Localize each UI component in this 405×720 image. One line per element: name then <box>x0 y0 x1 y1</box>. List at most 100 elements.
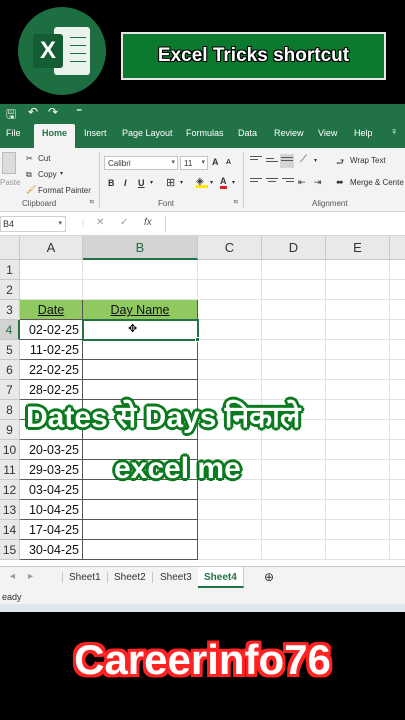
tab-data[interactable]: Data <box>238 128 257 138</box>
cancel-icon[interactable]: ✕ <box>96 217 104 228</box>
date-cell[interactable]: 20-03-25 <box>20 440 83 460</box>
customize-qat-icon[interactable]: ⁼ <box>76 105 82 119</box>
cell[interactable] <box>326 460 390 480</box>
column-header-f[interactable] <box>390 236 405 260</box>
cell[interactable] <box>326 320 390 340</box>
add-sheet-icon[interactable]: ⊕ <box>258 570 280 584</box>
cell[interactable] <box>262 480 326 500</box>
cell[interactable] <box>262 540 326 560</box>
sheet-tab-3[interactable]: Sheet3 <box>154 572 199 583</box>
cell[interactable] <box>198 320 262 340</box>
row-header-1[interactable]: 1 <box>0 260 20 280</box>
column-header-a[interactable]: A <box>20 236 83 260</box>
cell[interactable] <box>326 420 390 440</box>
row-header-9[interactable]: 9 <box>0 420 20 440</box>
enter-icon[interactable]: ✓ <box>120 217 128 228</box>
cell[interactable] <box>326 520 390 540</box>
shrink-font-button[interactable]: A <box>226 159 231 166</box>
row-header-4[interactable]: 4 <box>0 320 20 340</box>
cell[interactable] <box>262 320 326 340</box>
top-align-icon[interactable] <box>250 156 262 165</box>
cell[interactable] <box>262 440 326 460</box>
undo-icon[interactable]: ↶ <box>28 105 38 119</box>
cell[interactable] <box>390 440 405 460</box>
row-header-13[interactable]: 13 <box>0 500 20 520</box>
cell[interactable] <box>262 280 326 300</box>
date-cell[interactable]: 02-02-25 <box>20 320 83 340</box>
borders-icon[interactable]: ⊞ <box>166 176 175 189</box>
date-cell[interactable]: 22-02-25 <box>20 360 83 380</box>
column-header-d[interactable]: D <box>262 236 326 260</box>
copy-dropdown-icon[interactable]: ▾ <box>60 170 63 177</box>
row-header-2[interactable]: 2 <box>0 280 20 300</box>
cell[interactable] <box>262 300 326 320</box>
sheet-tab-4[interactable]: Sheet4 <box>198 567 244 588</box>
tell-me-icon[interactable]: ♀ <box>390 126 398 138</box>
font-name-combo[interactable]: Calibri ▾ <box>104 156 178 170</box>
cell[interactable] <box>262 460 326 480</box>
borders-dropdown-icon[interactable]: ▾ <box>180 179 183 186</box>
font-size-combo[interactable]: 11 ▾ <box>180 156 208 170</box>
date-cell[interactable]: 03-04-25 <box>20 480 83 500</box>
cell[interactable] <box>83 280 198 300</box>
copy-icon[interactable]: ⧉ <box>26 170 32 180</box>
cell[interactable] <box>390 460 405 480</box>
font-launcher-icon[interactable]: ⧅ <box>234 199 238 206</box>
align-right-icon[interactable] <box>282 178 294 187</box>
orientation-dropdown-icon[interactable]: ▾ <box>314 157 317 164</box>
redo-icon[interactable]: ↷ <box>48 105 58 119</box>
tab-page-layout[interactable]: Page Layout <box>122 128 173 138</box>
fill-color-dropdown-icon[interactable]: ▾ <box>210 179 213 186</box>
row-header-14[interactable]: 14 <box>0 520 20 540</box>
fill-handle[interactable] <box>195 337 200 342</box>
cell[interactable] <box>326 280 390 300</box>
cell[interactable] <box>390 520 405 540</box>
cell[interactable] <box>326 440 390 460</box>
cell[interactable] <box>326 540 390 560</box>
insert-function-icon[interactable]: fx <box>144 217 152 228</box>
cell[interactable] <box>20 260 83 280</box>
bold-button[interactable]: B <box>108 178 115 188</box>
formula-input[interactable] <box>165 216 405 232</box>
merge-center-button[interactable]: Merge & Cente <box>350 178 404 187</box>
cell[interactable] <box>390 540 405 560</box>
cell[interactable] <box>198 300 262 320</box>
merge-center-icon[interactable]: ⬌ <box>336 177 344 188</box>
date-cell[interactable]: 17-04-25 <box>20 520 83 540</box>
wrap-text-icon[interactable]: ⮐ <box>336 155 344 171</box>
date-cell[interactable]: 10-04-25 <box>20 500 83 520</box>
row-header-7[interactable]: 7 <box>0 380 20 400</box>
row-header-5[interactable]: 5 <box>0 340 20 360</box>
cell[interactable] <box>390 400 405 420</box>
cell[interactable] <box>390 320 405 340</box>
cell[interactable] <box>198 520 262 540</box>
paste-button[interactable]: Paste <box>0 178 20 187</box>
header-day-name-cell[interactable]: Day Name <box>83 300 198 320</box>
tab-home[interactable]: Home <box>34 124 76 148</box>
align-center-icon[interactable] <box>266 178 278 187</box>
cell[interactable] <box>262 260 326 280</box>
cell[interactable] <box>390 500 405 520</box>
tab-help[interactable]: Help <box>354 128 373 138</box>
date-cell[interactable]: 30-04-25 <box>20 540 83 560</box>
cell[interactable] <box>390 360 405 380</box>
cut-button[interactable]: Cut <box>38 154 50 163</box>
tab-file[interactable]: File <box>6 128 21 138</box>
row-header-12[interactable]: 12 <box>0 480 20 500</box>
column-header-c[interactable]: C <box>198 236 262 260</box>
day-name-cell[interactable] <box>83 520 198 540</box>
header-date-cell[interactable]: Date <box>20 300 83 320</box>
cell[interactable] <box>83 260 198 280</box>
sheet-tab-1[interactable]: Sheet1 <box>62 572 108 583</box>
decrease-indent-icon[interactable]: ⇤ <box>298 177 306 188</box>
tab-view[interactable]: View <box>318 128 337 138</box>
row-header-8[interactable]: 8 <box>0 400 20 420</box>
column-header-b[interactable]: B <box>83 236 198 260</box>
italic-button[interactable]: I <box>124 178 127 188</box>
cell[interactable] <box>326 380 390 400</box>
cell[interactable] <box>390 380 405 400</box>
day-name-cell[interactable] <box>83 360 198 380</box>
row-header-11[interactable]: 11 <box>0 460 20 480</box>
date-cell[interactable]: 11-02-25 <box>20 340 83 360</box>
clipboard-launcher-icon[interactable]: ⧅ <box>90 199 94 206</box>
